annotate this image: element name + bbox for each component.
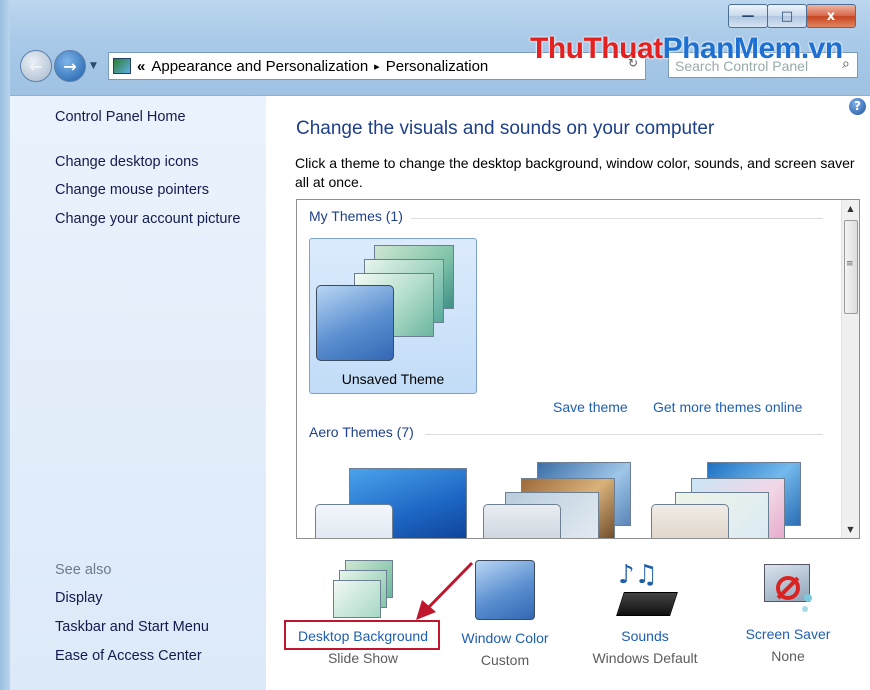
grip-icon: ≡ (846, 259, 854, 269)
sidebar-item-change-account-picture[interactable]: Change your account picture (55, 211, 240, 227)
breadcrumb-overflow[interactable]: « (137, 58, 145, 75)
sounds-value: Windows Default (592, 650, 698, 666)
breadcrumb-appearance-personalization[interactable]: Appearance and Personalization (151, 58, 368, 75)
window-controls: — □ x (728, 4, 856, 28)
control-panel-icon (113, 58, 131, 74)
desktop-background-icon (331, 560, 395, 618)
group-divider (425, 434, 823, 435)
breadcrumb-separator-icon[interactable]: ▸ (374, 60, 380, 73)
forward-arrow-icon: → (63, 56, 77, 76)
highlight-box (284, 620, 440, 650)
screen-saver-label[interactable]: Screen Saver (736, 626, 840, 642)
my-themes-header: My Themes (1) (309, 208, 403, 224)
scroll-down-arrow-icon[interactable]: ▼ (842, 521, 859, 538)
theme-list[interactable]: My Themes (1) Unsaved Theme Save theme G… (296, 199, 860, 539)
minimize-button[interactable]: — (728, 4, 768, 28)
page-title: Change the visuals and sounds on your co… (296, 118, 715, 139)
watermark-part1: ThuThuat (530, 32, 663, 65)
window-color-label[interactable]: Window Color (452, 630, 558, 646)
window-color-value: Custom (480, 652, 530, 668)
aero-themes-header: Aero Themes (7) (309, 424, 414, 440)
search-icon[interactable]: ⌕ (842, 56, 864, 72)
sidebar-item-control-panel-home[interactable]: Control Panel Home (55, 109, 186, 125)
sidebar-item-ease-of-access[interactable]: Ease of Access Center (55, 648, 202, 664)
get-more-themes-link[interactable]: Get more themes online (653, 399, 802, 415)
theme-label: Unsaved Theme (341, 371, 445, 387)
desktop-background-value: Slide Show (327, 650, 399, 666)
group-divider (411, 218, 823, 219)
main-content: ? Change the visuals and sounds on your … (266, 96, 870, 690)
back-button[interactable]: ← (20, 50, 52, 82)
sidebar-item-taskbar-start-menu[interactable]: Taskbar and Start Menu (55, 619, 209, 635)
navigation-buttons: ← → ▼ (20, 50, 97, 82)
window-color-swatch (316, 285, 394, 361)
scroll-up-arrow-icon[interactable]: ▲ (842, 200, 859, 217)
watermark-part2: PhanMem.vn (662, 32, 844, 65)
page-description: Click a theme to change the desktop back… (295, 155, 855, 190)
sidebar: Control Panel Home Change desktop icons … (10, 96, 266, 690)
sounds-label[interactable]: Sounds (584, 628, 706, 644)
theme-list-scrollbar[interactable]: ▲ ≡ ▼ (841, 200, 859, 538)
sidebar-item-change-mouse-pointers[interactable]: Change mouse pointers (55, 182, 209, 198)
breadcrumb-personalization[interactable]: Personalization (386, 58, 489, 75)
sounds-icon: ♪♫ (614, 560, 678, 618)
screen-saver-value: None (771, 648, 805, 664)
window-color-setting[interactable]: Window Color Custom (452, 534, 558, 668)
forward-button[interactable]: → (54, 50, 86, 82)
sidebar-item-display[interactable]: Display (55, 590, 103, 606)
scrollbar-thumb[interactable]: ≡ (844, 220, 858, 314)
watermark-logo: ThuThuatPhanMem.vn (530, 32, 843, 66)
screen-saver-icon (762, 560, 814, 616)
back-arrow-icon: ← (29, 56, 43, 76)
save-theme-link[interactable]: Save theme (553, 399, 628, 415)
help-icon[interactable]: ? (849, 98, 866, 115)
window-color-icon (475, 560, 535, 620)
sounds-setting[interactable]: ♪♫ Sounds Windows Default (584, 534, 706, 666)
sidebar-item-change-desktop-icons[interactable]: Change desktop icons (55, 154, 199, 170)
screen-saver-setting[interactable]: Screen Saver None (736, 534, 840, 664)
recent-pages-dropdown-icon[interactable]: ▼ (90, 61, 97, 71)
control-panel-window: — □ x ← → ▼ « Appearance and Personaliza… (0, 0, 870, 690)
close-button[interactable]: x (806, 4, 856, 28)
maximize-button[interactable]: □ (767, 4, 807, 28)
see-also-header: See also (55, 562, 112, 578)
window-left-border (0, 0, 10, 690)
theme-unsaved[interactable]: Unsaved Theme (309, 238, 477, 394)
